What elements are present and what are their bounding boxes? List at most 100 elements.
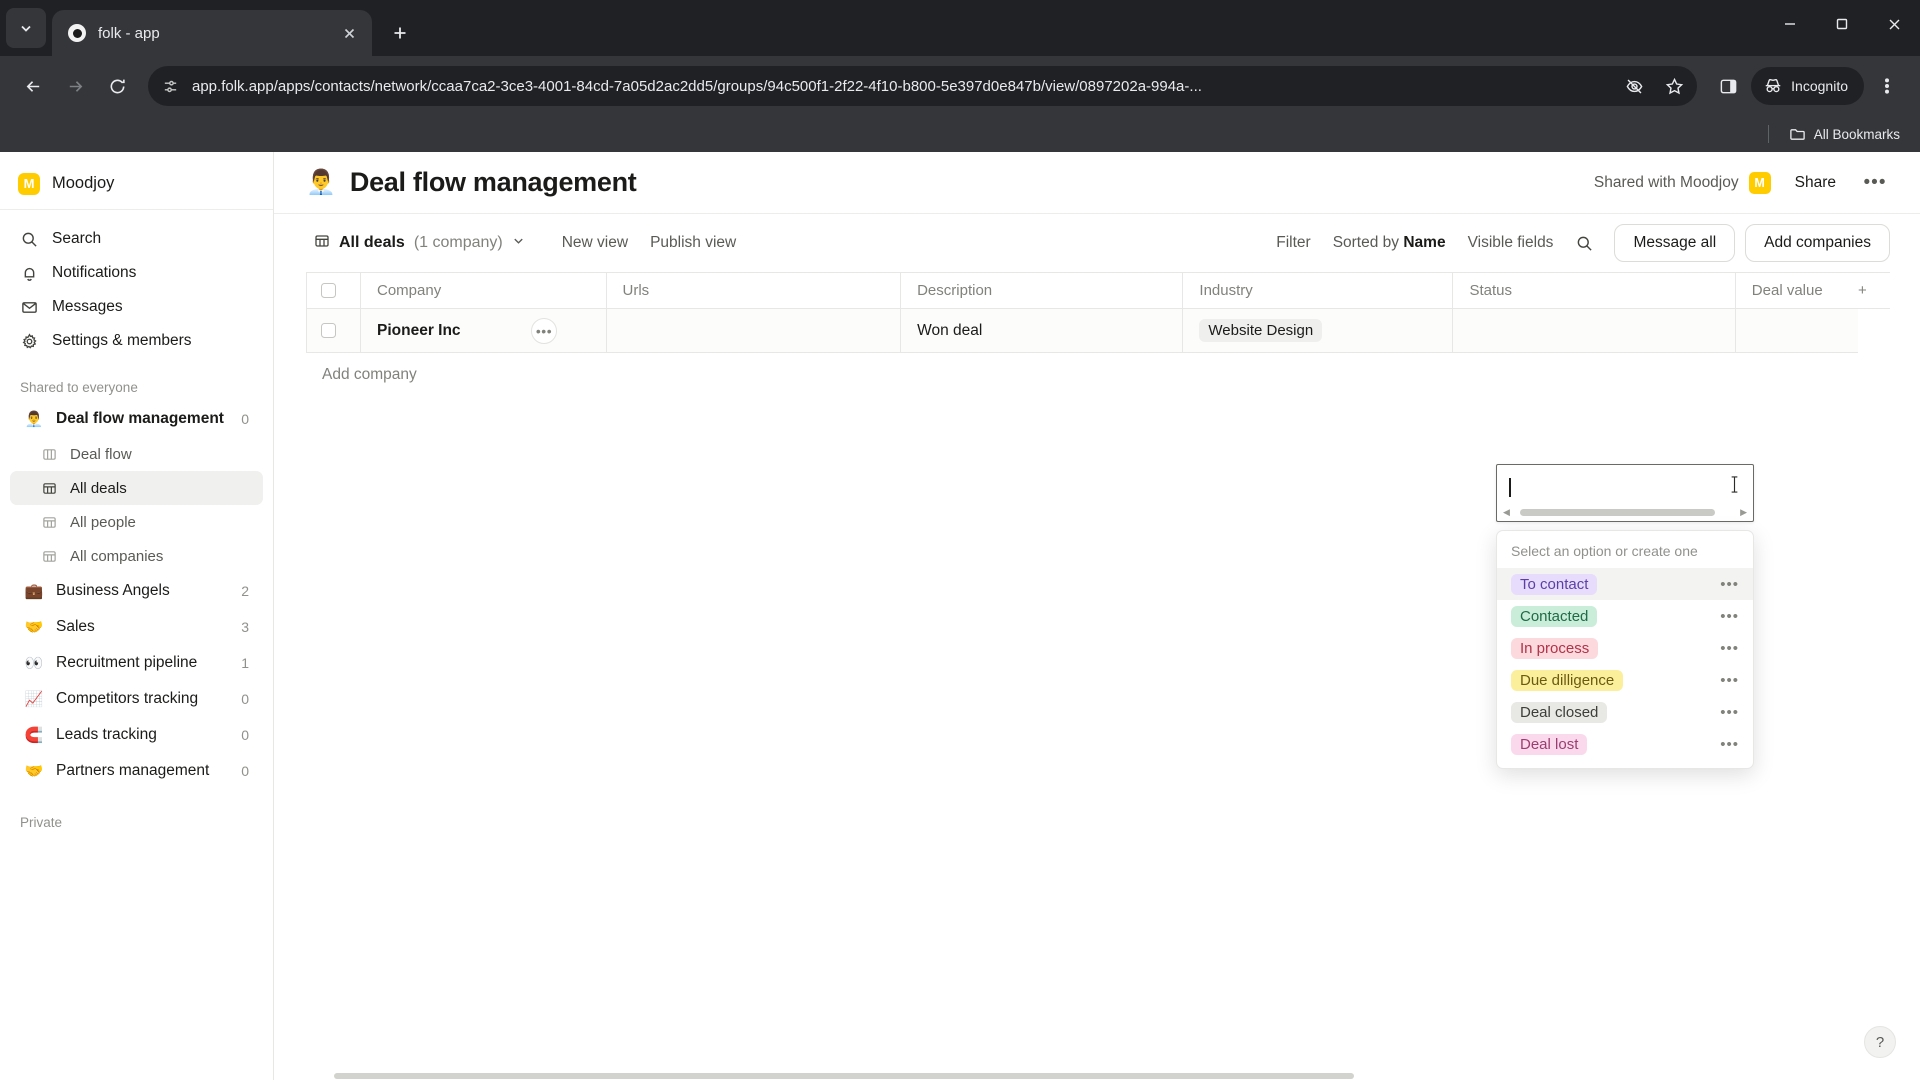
sidebar-item-messages-label: Messages (52, 298, 123, 315)
shared-with-indicator[interactable]: Shared with Moodjoy M (1594, 171, 1771, 194)
scroll-left-icon[interactable]: ◀ (1503, 507, 1510, 518)
all-bookmarks-label: All Bookmarks (1813, 126, 1900, 142)
status-cell-scrollbar[interactable]: ◀ ▶ (1497, 506, 1753, 518)
sidebar-item-deal-flow[interactable]: Deal flow (10, 437, 263, 471)
new-tab-button[interactable] (382, 15, 418, 51)
back-button[interactable] (14, 67, 52, 105)
dropdown-option-due-dilligence[interactable]: Due dilligence ••• (1497, 664, 1753, 696)
add-column-button[interactable]: + (1858, 272, 1890, 309)
column-header-deal-value[interactable]: Deal value (1735, 272, 1859, 309)
sidebar-item-messages[interactable]: Messages (10, 290, 263, 324)
sidebar-item-notifications[interactable]: Notifications (10, 256, 263, 290)
dropdown-option-to-contact[interactable]: To contact ••• (1497, 568, 1753, 600)
status-input-row[interactable] (1497, 468, 1753, 506)
sidebar-item-settings[interactable]: Settings & members (10, 324, 263, 358)
sidebar-item-all-people[interactable]: All people (10, 505, 263, 539)
incognito-icon (1765, 79, 1781, 93)
option-menu-button[interactable]: ••• (1720, 576, 1739, 593)
side-panel-button[interactable] (1709, 67, 1747, 105)
option-menu-button[interactable]: ••• (1720, 608, 1739, 625)
visible-fields-button[interactable]: Visible fields (1457, 227, 1565, 259)
address-bar[interactable]: app.folk.app/apps/contacts/network/ccaa7… (148, 66, 1698, 106)
cell-company[interactable]: Pioneer Inc ••• (360, 308, 607, 353)
row-checkbox[interactable] (321, 323, 336, 338)
horizontal-scrollbar[interactable] (274, 1072, 1920, 1080)
sidebar-group-recruitment-pipeline[interactable]: 👀 Recruitment pipeline 1 (10, 645, 263, 681)
maximize-button[interactable] (1816, 0, 1868, 48)
scrollbar-track[interactable] (1513, 508, 1737, 516)
forward-button[interactable] (56, 67, 94, 105)
select-all-checkbox[interactable] (321, 283, 336, 298)
option-menu-button[interactable]: ••• (1720, 672, 1739, 689)
page-more-button[interactable]: ••• (1860, 168, 1890, 198)
add-company-button[interactable]: Add company (306, 353, 1890, 397)
workspace-switcher[interactable]: M Moodjoy (0, 158, 273, 210)
industry-chip: Website Design (1199, 319, 1323, 342)
column-header-industry[interactable]: Industry (1182, 272, 1454, 309)
sidebar-group-partners-management[interactable]: 🤝 Partners management 0 (10, 753, 263, 789)
tracking-protection-icon[interactable] (1619, 77, 1649, 96)
sidebar-group-leads-tracking[interactable]: 🧲 Leads tracking 0 (10, 717, 263, 753)
sidebar-group-business-angels[interactable]: 💼 Business Angels 2 (10, 573, 263, 609)
status-cell-editor[interactable]: ◀ ▶ (1496, 464, 1754, 522)
table-row[interactable]: Pioneer Inc ••• Won deal Website Design (306, 308, 1890, 353)
cell-industry[interactable]: Website Design (1182, 308, 1454, 353)
scrollbar-thumb[interactable] (1519, 508, 1716, 516)
sort-button[interactable]: Sorted by Name (1322, 227, 1457, 259)
sidebar-group-sales[interactable]: 🤝 Sales 3 (10, 609, 263, 645)
option-chip: In process (1511, 637, 1599, 659)
sidebar-item-all-deals[interactable]: All deals (10, 471, 263, 505)
scroll-right-icon[interactable]: ▶ (1740, 507, 1747, 518)
sidebar-group-competitors-tracking[interactable]: 📈 Competitors tracking 0 (10, 681, 263, 717)
deals-table: Company Urls Description Industry Status… (306, 272, 1890, 353)
add-companies-button[interactable]: Add companies (1745, 224, 1890, 262)
browser-tab[interactable]: folk - app (52, 10, 372, 56)
column-header-company[interactable]: Company (360, 272, 607, 309)
site-settings-icon[interactable] (162, 78, 182, 95)
dropdown-option-deal-closed[interactable]: Deal closed ••• (1497, 696, 1753, 728)
cell-urls[interactable] (606, 308, 902, 353)
window-close-button[interactable] (1868, 0, 1920, 48)
message-all-button[interactable]: Message all (1614, 224, 1736, 262)
view-count: (1 company) (413, 234, 503, 251)
sidebar-group-deal-flow-management[interactable]: 👨‍💼 Deal flow management 0 (10, 401, 263, 437)
dropdown-option-in-process[interactable]: In process ••• (1497, 632, 1753, 664)
tab-search-button[interactable] (6, 8, 46, 48)
horizontal-scrollbar-thumb[interactable] (334, 1073, 1354, 1079)
share-button[interactable]: Share (1785, 168, 1846, 198)
sidebar-item-all-deals-label: All deals (70, 479, 127, 497)
status-input[interactable] (1512, 478, 1722, 496)
publish-view-button[interactable]: Publish view (639, 227, 747, 259)
close-icon[interactable] (336, 20, 362, 46)
eye-crossed-icon (1626, 79, 1643, 93)
envelope-icon (20, 299, 38, 316)
option-menu-button[interactable]: ••• (1720, 640, 1739, 657)
cell-deal-value[interactable] (1735, 308, 1859, 353)
row-actions-button[interactable]: ••• (531, 318, 557, 344)
help-button[interactable]: ? (1864, 1026, 1896, 1058)
column-header-description[interactable]: Description (900, 272, 1184, 309)
sidebar-item-search[interactable]: Search (10, 222, 263, 256)
column-header-urls[interactable]: Urls (606, 272, 902, 309)
sidebar-item-all-companies[interactable]: All companies (10, 539, 263, 573)
minimize-button[interactable] (1764, 0, 1816, 48)
option-menu-button[interactable]: ••• (1720, 704, 1739, 721)
cell-description[interactable]: Won deal (900, 308, 1184, 353)
all-bookmarks-button[interactable]: All Bookmarks (1783, 122, 1906, 147)
dropdown-option-contacted[interactable]: Contacted ••• (1497, 600, 1753, 632)
cell-status[interactable] (1452, 308, 1736, 353)
incognito-indicator[interactable]: Incognito (1751, 67, 1864, 105)
filter-button[interactable]: Filter (1265, 227, 1321, 259)
sidebar-group-count: 0 (241, 411, 249, 427)
view-selector[interactable]: All deals (1 company) (306, 227, 533, 260)
dropdown-option-deal-lost[interactable]: Deal lost ••• (1497, 728, 1753, 760)
shared-section-label: Shared to everyone (20, 380, 138, 395)
new-view-button[interactable]: New view (551, 227, 639, 259)
bookmark-star-icon[interactable] (1659, 77, 1689, 96)
chrome-menu-button[interactable] (1868, 67, 1906, 105)
option-menu-button[interactable]: ••• (1720, 736, 1739, 753)
column-header-status[interactable]: Status (1452, 272, 1736, 309)
table-search-button[interactable] (1568, 227, 1600, 259)
view-name: All deals (339, 234, 405, 251)
reload-button[interactable] (98, 67, 136, 105)
